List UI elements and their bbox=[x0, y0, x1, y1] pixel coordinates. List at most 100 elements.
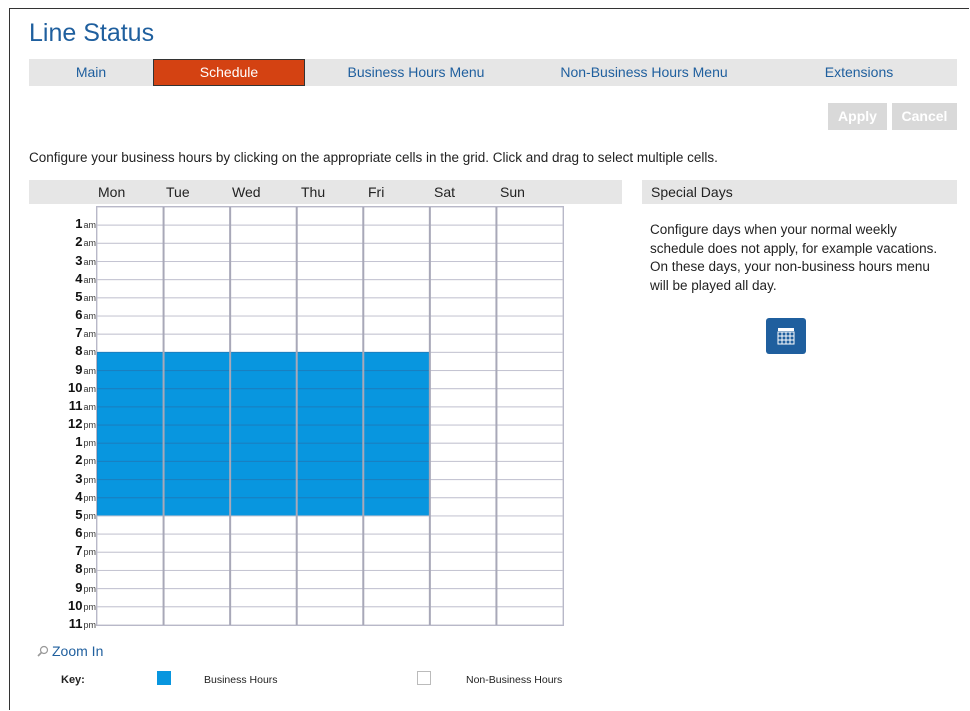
schedule-cell[interactable] bbox=[229, 333, 298, 353]
schedule-cell[interactable] bbox=[296, 588, 364, 608]
schedule-cell[interactable] bbox=[495, 460, 563, 481]
tab-extensions[interactable]: Extensions bbox=[761, 59, 957, 86]
schedule-cell-business[interactable] bbox=[229, 388, 298, 408]
tab-non-business-hours-menu[interactable]: Non-Business Hours Menu bbox=[527, 59, 761, 86]
schedule-cell[interactable] bbox=[429, 497, 497, 517]
schedule-cell[interactable] bbox=[495, 315, 563, 335]
schedule-cell[interactable] bbox=[97, 279, 165, 299]
schedule-cell-business[interactable] bbox=[229, 424, 298, 444]
schedule-grid[interactable] bbox=[96, 206, 564, 626]
schedule-cell[interactable] bbox=[97, 315, 165, 335]
schedule-cell[interactable] bbox=[229, 588, 298, 608]
schedule-cell[interactable] bbox=[495, 606, 563, 625]
schedule-cell[interactable] bbox=[429, 515, 497, 535]
schedule-cell[interactable] bbox=[429, 315, 497, 335]
schedule-cell[interactable] bbox=[163, 297, 231, 317]
schedule-cell[interactable] bbox=[229, 551, 298, 571]
schedule-cell-business[interactable] bbox=[362, 388, 431, 408]
apply-button[interactable]: Apply bbox=[828, 103, 887, 130]
schedule-cell[interactable] bbox=[229, 242, 298, 263]
schedule-cell[interactable] bbox=[362, 261, 431, 281]
schedule-cell[interactable] bbox=[296, 279, 364, 299]
schedule-cell-business[interactable] bbox=[362, 406, 431, 426]
schedule-cell[interactable] bbox=[495, 424, 563, 444]
schedule-cell[interactable] bbox=[429, 242, 497, 263]
schedule-cell-business[interactable] bbox=[229, 351, 298, 372]
schedule-cell[interactable] bbox=[495, 515, 563, 535]
schedule-cell[interactable] bbox=[429, 388, 497, 408]
schedule-cell[interactable] bbox=[296, 261, 364, 281]
schedule-cell[interactable] bbox=[296, 224, 364, 244]
schedule-cell[interactable] bbox=[429, 442, 497, 462]
schedule-cell[interactable] bbox=[296, 207, 364, 226]
schedule-cell[interactable] bbox=[362, 569, 431, 590]
schedule-cell-business[interactable] bbox=[163, 424, 231, 444]
schedule-cell[interactable] bbox=[362, 533, 431, 553]
schedule-cell-business[interactable] bbox=[163, 442, 231, 462]
schedule-cell[interactable] bbox=[229, 297, 298, 317]
schedule-cell[interactable] bbox=[163, 569, 231, 590]
schedule-grid-cells[interactable] bbox=[97, 207, 563, 625]
schedule-cell-business[interactable] bbox=[362, 497, 431, 517]
schedule-cell[interactable] bbox=[97, 297, 165, 317]
schedule-cell[interactable] bbox=[163, 533, 231, 553]
tab-main[interactable]: Main bbox=[29, 59, 153, 86]
schedule-cell[interactable] bbox=[495, 388, 563, 408]
schedule-cell[interactable] bbox=[97, 207, 165, 226]
schedule-cell[interactable] bbox=[97, 224, 165, 244]
schedule-cell[interactable] bbox=[97, 533, 165, 553]
schedule-cell[interactable] bbox=[229, 606, 298, 625]
schedule-cell[interactable] bbox=[97, 261, 165, 281]
schedule-cell[interactable] bbox=[429, 588, 497, 608]
schedule-cell[interactable] bbox=[163, 606, 231, 625]
schedule-cell[interactable] bbox=[495, 207, 563, 226]
schedule-cell-business[interactable] bbox=[97, 460, 165, 481]
schedule-cell[interactable] bbox=[163, 224, 231, 244]
schedule-cell-business[interactable] bbox=[362, 460, 431, 481]
schedule-cell[interactable] bbox=[429, 424, 497, 444]
schedule-cell-business[interactable] bbox=[229, 406, 298, 426]
schedule-cell[interactable] bbox=[229, 279, 298, 299]
schedule-cell[interactable] bbox=[495, 588, 563, 608]
schedule-cell[interactable] bbox=[495, 497, 563, 517]
schedule-cell[interactable] bbox=[229, 515, 298, 535]
schedule-cell-business[interactable] bbox=[362, 424, 431, 444]
schedule-cell-business[interactable] bbox=[362, 479, 431, 499]
schedule-cell[interactable] bbox=[495, 261, 563, 281]
schedule-cell[interactable] bbox=[163, 515, 231, 535]
schedule-cell[interactable] bbox=[429, 569, 497, 590]
schedule-cell-business[interactable] bbox=[296, 388, 364, 408]
schedule-cell[interactable] bbox=[429, 533, 497, 553]
schedule-cell-business[interactable] bbox=[296, 442, 364, 462]
schedule-cell[interactable] bbox=[296, 297, 364, 317]
schedule-cell[interactable] bbox=[495, 569, 563, 590]
schedule-cell[interactable] bbox=[495, 406, 563, 426]
schedule-cell-business[interactable] bbox=[163, 388, 231, 408]
schedule-cell[interactable] bbox=[429, 333, 497, 353]
schedule-cell-business[interactable] bbox=[163, 479, 231, 499]
schedule-cell[interactable] bbox=[163, 588, 231, 608]
schedule-cell[interactable] bbox=[362, 242, 431, 263]
schedule-cell[interactable] bbox=[296, 533, 364, 553]
schedule-cell-business[interactable] bbox=[97, 370, 165, 390]
schedule-cell-business[interactable] bbox=[229, 460, 298, 481]
schedule-cell[interactable] bbox=[97, 515, 165, 535]
schedule-cell-business[interactable] bbox=[97, 351, 165, 372]
schedule-cell[interactable] bbox=[163, 315, 231, 335]
schedule-cell[interactable] bbox=[296, 569, 364, 590]
schedule-cell[interactable] bbox=[495, 551, 563, 571]
schedule-cell[interactable] bbox=[362, 515, 431, 535]
schedule-cell[interactable] bbox=[229, 261, 298, 281]
cancel-button[interactable]: Cancel bbox=[892, 103, 957, 130]
schedule-cell[interactable] bbox=[163, 279, 231, 299]
schedule-cell[interactable] bbox=[495, 224, 563, 244]
schedule-cell[interactable] bbox=[362, 315, 431, 335]
schedule-cell[interactable] bbox=[495, 279, 563, 299]
schedule-cell[interactable] bbox=[163, 242, 231, 263]
schedule-cell[interactable] bbox=[229, 224, 298, 244]
schedule-cell[interactable] bbox=[296, 333, 364, 353]
schedule-cell[interactable] bbox=[97, 333, 165, 353]
schedule-cell[interactable] bbox=[296, 315, 364, 335]
schedule-cell[interactable] bbox=[495, 351, 563, 372]
schedule-cell[interactable] bbox=[429, 297, 497, 317]
